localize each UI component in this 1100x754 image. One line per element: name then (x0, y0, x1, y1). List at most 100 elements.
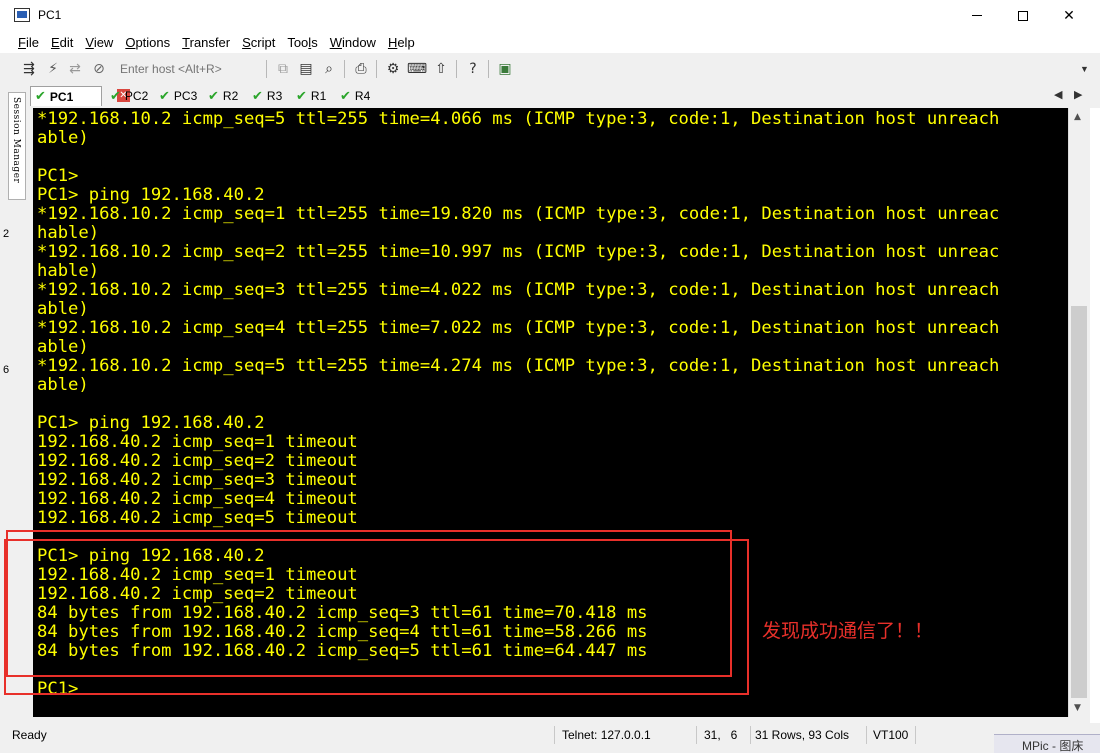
find-icon[interactable]: ⌕ (320, 60, 338, 78)
tab-label: PC1 (49, 89, 74, 104)
tab-label: PC2 (124, 89, 149, 103)
status-size: 31 Rows, 93 Cols (755, 728, 850, 742)
menu-edit[interactable]: Edit (51, 35, 73, 50)
settings-icon[interactable]: ⚙ (384, 60, 402, 78)
scroll-up-icon[interactable]: ▲ (1074, 112, 1081, 122)
tab-label: R4 (354, 89, 371, 103)
menu-help[interactable]: Help (388, 35, 415, 50)
tab-pc2[interactable]: ✔ PC2 (106, 86, 156, 106)
tab-r2[interactable]: ✔ R2 (204, 86, 248, 106)
keyword-icon[interactable]: ▣ (496, 60, 514, 78)
tab-scroll-left-icon[interactable]: ◀ (1054, 88, 1062, 101)
securecrt-window: PC1 ✕ File Edit View Options Transfer Script T… (0, 0, 1100, 753)
maximize-icon (1018, 10, 1028, 21)
connected-check-icon: ✔ (208, 88, 219, 104)
session-tabs: ✔ PC1 ✕ ✔ PC2 ✔ PC3 ✔ R2 ✔ R3 ✔ R1 ✔ R4 … (30, 86, 1090, 106)
disconnect-icon[interactable]: ⊘ (90, 60, 108, 78)
tab-label: R2 (222, 89, 239, 103)
menu-file[interactable]: File (18, 35, 39, 50)
status-connection: Telnet: 127.0.0.1 (562, 728, 651, 742)
menu-view[interactable]: View (85, 35, 113, 50)
sftp-icon[interactable]: ⇧ (432, 60, 450, 78)
terminal-line: hable) (37, 223, 100, 243)
keymap-icon[interactable]: ⌨ (407, 60, 427, 78)
tab-r3[interactable]: ✔ R3 (248, 86, 292, 106)
status-emulation: VT100 (873, 728, 909, 742)
toolbar-divider (266, 60, 267, 78)
terminal-line: *192.168.10.2 icmp_seq=5 ttl=255 time=4.… (37, 109, 1000, 129)
tab-r4[interactable]: ✔ R4 (336, 86, 380, 106)
scroll-thumb[interactable] (1071, 306, 1087, 698)
terminal-line: 192.168.40.2 icmp_seq=3 timeout (37, 470, 358, 490)
taskbar-peek[interactable]: MPic - 图床 (994, 734, 1100, 753)
minimize-button[interactable] (954, 0, 1000, 31)
terminal-line: 192.168.40.2 icmp_seq=5 timeout (37, 508, 358, 528)
terminal-line: *192.168.10.2 icmp_seq=4 ttl=255 time=7.… (37, 318, 1000, 338)
tab-pc3[interactable]: ✔ PC3 (155, 86, 205, 106)
minimize-icon (972, 15, 982, 16)
connected-check-icon: ✔ (252, 88, 263, 104)
status-divider (554, 726, 555, 744)
terminal-line: able) (37, 128, 89, 148)
terminal-line: 192.168.40.2 icmp_seq=4 timeout (37, 489, 358, 509)
terminal-scrollbar[interactable]: ▲ ▼ (1068, 108, 1088, 717)
edge-digit: 2 (3, 228, 10, 240)
connected-check-icon: ✔ (296, 88, 307, 104)
terminal-line: PC1> (37, 166, 79, 186)
menu-window[interactable]: Window (330, 35, 376, 50)
menu-transfer[interactable]: Transfer (182, 35, 230, 50)
terminal-line: able) (37, 299, 89, 319)
terminal-line: *192.168.10.2 icmp_seq=2 ttl=255 time=10… (37, 242, 1000, 262)
terminal-line: 192.168.40.2 icmp_seq=1 timeout (37, 432, 358, 452)
status-divider (866, 726, 867, 744)
connected-check-icon: ✔ (110, 88, 121, 104)
terminal-line: *192.168.10.2 icmp_seq=1 ttl=255 time=19… (37, 204, 1000, 224)
host-input[interactable] (114, 59, 264, 79)
scroll-down-icon[interactable]: ▼ (1074, 703, 1081, 713)
help-icon[interactable]: ? (464, 60, 482, 78)
terminal-line: hable) (37, 261, 100, 281)
session-manager-toggle[interactable]: Session Manager (8, 92, 26, 200)
app-icon (14, 8, 30, 22)
copy-icon[interactable]: ⧉ (274, 60, 292, 78)
connected-check-icon: ✔ (340, 88, 351, 104)
terminal-line: PC1> ping 192.168.40.2 (37, 185, 265, 205)
connect-icon[interactable]: ⇶ (20, 60, 38, 78)
window-title: PC1 (38, 8, 62, 22)
paste-icon[interactable]: ▤ (297, 60, 315, 78)
status-cursor: 31, 6 (704, 728, 738, 742)
highlight-box (4, 539, 749, 695)
terminal-line: able) (37, 375, 89, 395)
status-divider (696, 726, 697, 744)
reconnect-icon[interactable]: ⇄ (66, 60, 84, 78)
menu-options[interactable]: Options (125, 35, 170, 50)
tab-scroll-right-icon[interactable]: ▶ (1074, 88, 1082, 101)
session-manager-label: Session Manager (11, 97, 21, 184)
tab-label: R3 (266, 89, 283, 103)
toolbar: ⇶ ⚡ ⇄ ⊘ ⧉ ▤ ⌕ ⎙ ⚙ ⌨ ⇧ ? ▣ ▼ (0, 56, 1100, 82)
status-divider (750, 726, 751, 744)
toolbar-divider (456, 60, 457, 78)
terminal-line: able) (37, 337, 89, 357)
toolbar-divider (344, 60, 345, 78)
background-window-edge (1090, 108, 1100, 748)
print-icon[interactable]: ⎙ (352, 60, 370, 78)
close-button[interactable]: ✕ (1046, 0, 1092, 31)
menu-script[interactable]: Script (242, 35, 275, 50)
tab-label: PC3 (173, 89, 198, 103)
maximize-button[interactable] (1000, 0, 1046, 31)
terminal-line: *192.168.10.2 icmp_seq=5 ttl=255 time=4.… (37, 356, 1000, 376)
tab-pc1[interactable]: ✔ PC1 (30, 86, 102, 106)
toolbar-divider (488, 60, 489, 78)
connected-check-icon: ✔ (35, 89, 46, 104)
status-ready: Ready (12, 728, 47, 742)
menu-tools[interactable]: Tools (287, 35, 317, 50)
tab-r1[interactable]: ✔ R1 (292, 86, 336, 106)
quick-connect-icon[interactable]: ⚡ (44, 60, 62, 78)
edge-digit: 6 (3, 364, 10, 376)
toolbar-overflow-icon[interactable]: ▼ (1080, 64, 1089, 74)
terminal-line: PC1> ping 192.168.40.2 (37, 413, 265, 433)
terminal-line: 192.168.40.2 icmp_seq=2 timeout (37, 451, 358, 471)
